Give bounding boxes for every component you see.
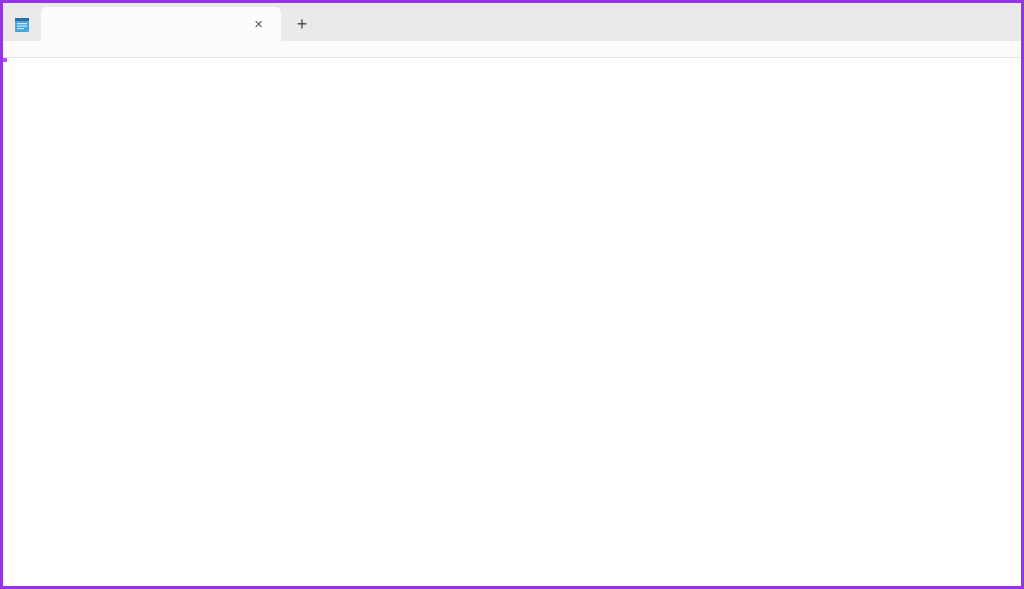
new-tab-button[interactable]: + — [285, 7, 319, 41]
menu-bar — [3, 41, 1021, 58]
notepad-window: × + — [3, 3, 1021, 586]
tab-bar: × + — [3, 3, 1021, 41]
tab-active[interactable]: × — [41, 7, 281, 41]
close-icon[interactable]: × — [248, 15, 269, 34]
notepad-app-icon — [11, 11, 33, 39]
text-content[interactable] — [3, 58, 1021, 586]
